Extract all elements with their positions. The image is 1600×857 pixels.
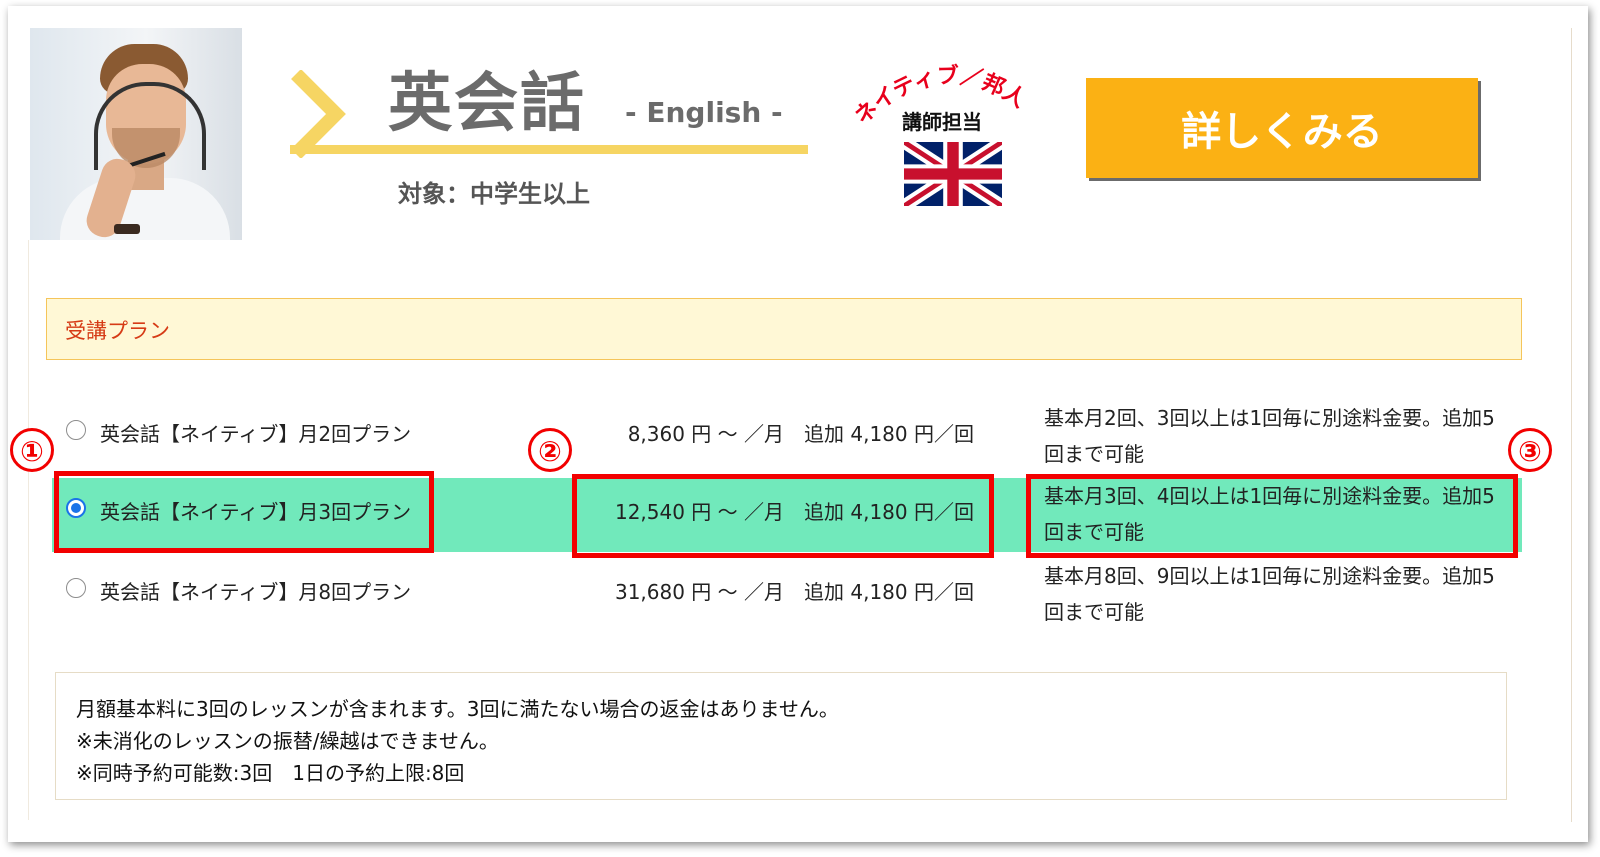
union-jack-flag-icon — [904, 142, 1002, 206]
instructor-photo — [30, 28, 242, 240]
plan-radio[interactable] — [66, 420, 86, 440]
divider — [28, 240, 29, 820]
title-underline — [290, 145, 808, 154]
annotation-marker-3: ③ — [1508, 428, 1552, 472]
annotation-marker-1: ① — [10, 428, 54, 472]
note-line: 月額基本料に3回のレッスンが含まれます。3回に満たない場合の返金はありません。 — [76, 697, 839, 721]
plan-row[interactable]: 英会話【ネイティブ】月2回プラン 8,360 円 〜 ／月 追加 4,180 円… — [52, 400, 1522, 474]
instructor-badge-label: 講師担当 — [902, 110, 982, 134]
annotation-box-2 — [572, 474, 994, 558]
page-subtitle: - English - — [625, 96, 783, 129]
note-line: ※同時予約可能数:3回 1日の予約上限:8回 — [76, 761, 465, 785]
target-audience: 対象：中学生以上 — [398, 180, 590, 208]
plan-radio[interactable] — [66, 578, 86, 598]
plan-description: 基本月8回、9回以上は1回毎に別途料金要。追加5回まで可能 — [1044, 564, 1495, 624]
divider — [1571, 28, 1572, 822]
annotation-box-3 — [1026, 474, 1518, 558]
plan-price: 31,680 円 〜 ／月 追加 4,180 円／回 — [614, 580, 974, 604]
plan-description: 基本月2回、3回以上は1回毎に別途料金要。追加5回まで可能 — [1044, 406, 1495, 466]
page-title: 英会話 — [388, 67, 586, 141]
note-line: ※未消化のレッスンの振替/繰越はできません。 — [76, 729, 499, 753]
plan-section-title: 受講プラン — [65, 319, 170, 343]
details-button[interactable]: 詳しくみる — [1086, 78, 1478, 178]
plan-name: 英会話【ネイティブ】月2回プラン — [100, 422, 412, 446]
annotation-box-1 — [54, 471, 434, 553]
plan-section-header: 受講プラン — [46, 298, 1522, 360]
notes-box: 月額基本料に3回のレッスンが含まれます。3回に満たない場合の返金はありません。 … — [55, 672, 1507, 800]
annotation-marker-2: ② — [528, 428, 572, 472]
plan-name: 英会話【ネイティブ】月8回プラン — [100, 580, 412, 604]
plan-price: 8,360 円 〜 ／月 追加 4,180 円／回 — [627, 422, 974, 446]
plan-row[interactable]: 英会話【ネイティブ】月8回プラン 31,680 円 〜 ／月 追加 4,180 … — [52, 558, 1522, 632]
